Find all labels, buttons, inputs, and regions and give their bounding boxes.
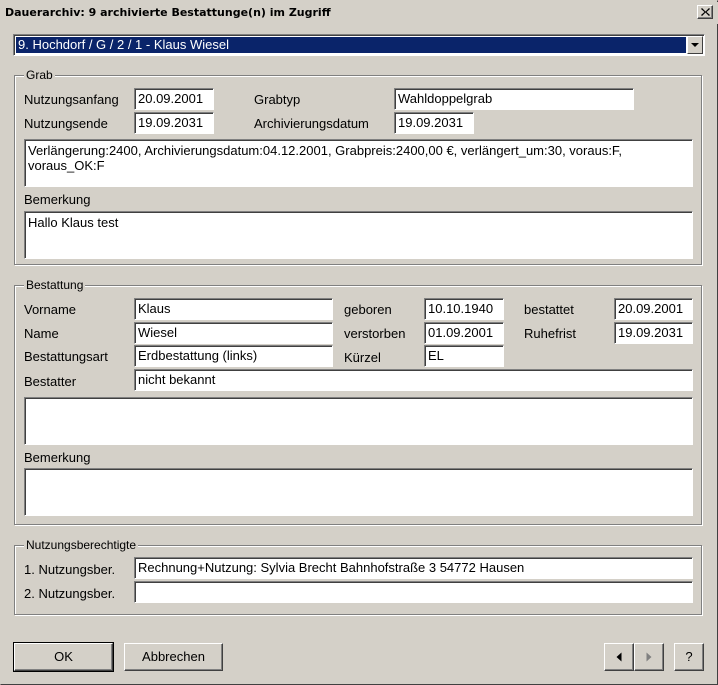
grab-info-area[interactable]: Verlängerung:2400, Archivierungsdatum:04…	[24, 139, 693, 187]
archivierungsdatum-field[interactable]: 19.09.2031	[394, 112, 474, 134]
bestattung-notes-area[interactable]	[24, 397, 693, 445]
geboren-field[interactable]: 10.10.1940	[424, 298, 504, 320]
grabtyp-label: Grabtyp	[254, 92, 301, 107]
nutzungsber-1-field[interactable]: Rechnung+Nutzung: Sylvia Brecht Bahnhofs…	[134, 557, 693, 579]
geboren-label: geboren	[344, 302, 392, 317]
bestattungsart-field[interactable]: Erdbestattung (links)	[134, 345, 333, 367]
kuerzel-field[interactable]: EL	[424, 345, 504, 367]
chevron-right-icon	[646, 652, 652, 662]
nutzungsber-2-field[interactable]	[134, 581, 693, 603]
nutzungsanfang-field[interactable]: 20.09.2001	[134, 88, 214, 110]
nutzungsende-field[interactable]: 19.09.2031	[134, 112, 214, 134]
verstorben-label: verstorben	[344, 326, 406, 341]
bestattung-bemerkung-area[interactable]	[24, 468, 693, 516]
grab-bemerkung-label: Bemerkung	[24, 192, 91, 207]
ok-button[interactable]: OK	[13, 642, 114, 672]
vorname-field[interactable]: Klaus	[134, 298, 333, 320]
grab-bemerkung-area[interactable]: Hallo Klaus test	[24, 211, 693, 259]
dropdown-button[interactable]	[687, 36, 703, 54]
nutzungsberechtigte-group-label: Nutzungsberechtigte	[24, 538, 139, 552]
kuerzel-label: Kürzel	[344, 350, 381, 365]
close-button[interactable]	[697, 5, 713, 19]
bestattet-field[interactable]: 20.09.2001	[614, 298, 693, 320]
bestatter-field[interactable]: nicht bekannt	[134, 369, 693, 391]
next-button[interactable]	[634, 643, 664, 671]
grabtyp-field[interactable]: Wahldoppelgrab	[394, 88, 634, 110]
title-bar[interactable]: Dauerarchiv: 9 archivierte Bestattunge(n…	[2, 2, 718, 24]
cancel-button[interactable]: Abbrechen	[124, 643, 223, 671]
nutzungsber-1-label: 1. Nutzungsber.	[24, 562, 116, 577]
chevron-left-icon	[616, 652, 622, 662]
window-title: Dauerarchiv: 9 archivierte Bestattunge(n…	[5, 6, 331, 19]
bestattung-group-label: Bestattung	[24, 278, 86, 292]
burial-selector-value: 9. Hochdorf / G / 2 / 1 - Klaus Wiesel	[16, 37, 686, 53]
nutzungsber-2-label: 2. Nutzungsber.	[24, 586, 116, 601]
bestattungsart-label: Bestattungsart	[24, 349, 108, 364]
bestattet-label: bestattet	[524, 302, 574, 317]
previous-button[interactable]	[604, 643, 634, 671]
bestatter-label: Bestatter	[24, 374, 77, 389]
archivierungsdatum-label: Archivierungsdatum	[254, 116, 369, 131]
dialog-window: Dauerarchiv: 9 archivierte Bestattunge(n…	[0, 0, 718, 685]
verstorben-field[interactable]: 01.09.2001	[424, 322, 504, 344]
name-field[interactable]: Wiesel	[134, 322, 333, 344]
nutzungsberechtigte-group: Nutzungsberechtigte	[14, 538, 702, 615]
bestattung-bemerkung-label: Bemerkung	[24, 450, 91, 465]
close-icon	[701, 8, 710, 16]
vorname-label: Vorname	[24, 302, 77, 317]
grab-group-label: Grab	[24, 68, 55, 82]
chevron-down-icon	[691, 43, 699, 47]
name-label: Name	[24, 326, 59, 341]
nutzungsende-label: Nutzungsende	[24, 116, 108, 131]
burial-selector[interactable]: 9. Hochdorf / G / 2 / 1 - Klaus Wiesel	[13, 34, 705, 56]
nutzungsanfang-label: Nutzungsanfang	[24, 92, 119, 107]
ruhefrist-field[interactable]: 19.09.2031	[614, 322, 693, 344]
ruhefrist-label: Ruhefrist	[524, 326, 577, 341]
help-button[interactable]: ?	[674, 643, 704, 671]
